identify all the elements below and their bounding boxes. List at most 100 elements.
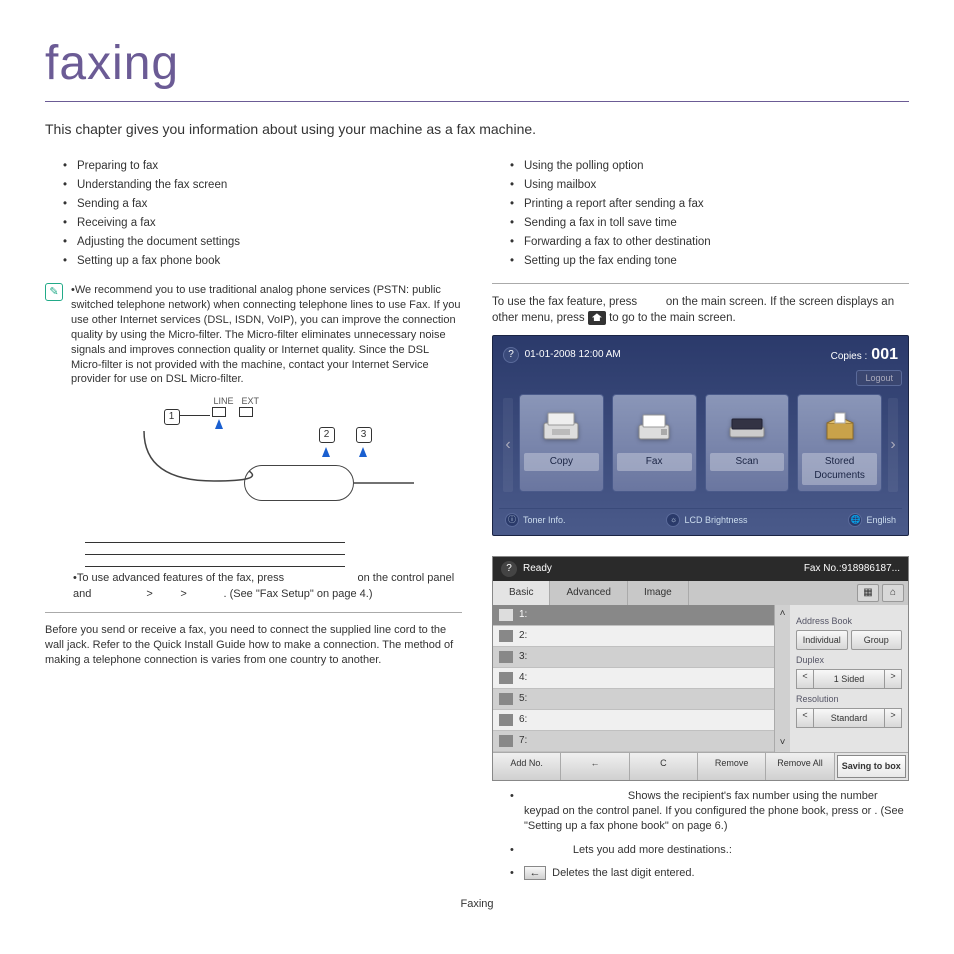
clear-button[interactable]: C bbox=[630, 753, 698, 780]
scroll-down-icon[interactable]: ˅ bbox=[780, 736, 786, 750]
copies-display: Copies :001 bbox=[831, 344, 898, 366]
lcd-brightness-button[interactable]: ☼LCD Brightness bbox=[666, 513, 747, 527]
scrollbar[interactable]: ˄˅ bbox=[774, 605, 790, 752]
list-item: Sending a fax in toll save time bbox=[510, 215, 909, 231]
info-icon: ⓘ bbox=[505, 513, 519, 527]
left-column: Preparing to fax Understanding the fax s… bbox=[45, 158, 462, 890]
tile-scan[interactable]: Scan bbox=[705, 394, 790, 492]
cable-svg bbox=[134, 421, 414, 511]
note-advanced: •To use advanced features of the fax, pr… bbox=[45, 571, 462, 602]
tab-basic[interactable]: Basic bbox=[493, 581, 550, 605]
saving-to-box-button[interactable]: Saving to box bbox=[837, 755, 906, 778]
table-row[interactable]: 1: bbox=[493, 605, 774, 626]
list-item: Setting up the fax ending tone bbox=[510, 253, 909, 269]
table-row[interactable]: 6: bbox=[493, 710, 774, 731]
row-icon bbox=[499, 735, 513, 747]
home-icon bbox=[588, 311, 606, 325]
list-item: Printing a report after sending a fax bbox=[510, 196, 909, 212]
tile-label: Stored Documents bbox=[802, 453, 877, 485]
toner-info-button[interactable]: ⓘToner Info. bbox=[505, 513, 566, 527]
list-item: Adjusting the document settings bbox=[63, 234, 462, 250]
row-icon bbox=[499, 714, 513, 726]
note-icon: ✎ bbox=[45, 283, 63, 301]
list-item: Sending a fax bbox=[63, 196, 462, 212]
nav-next-button[interactable]: › bbox=[888, 398, 898, 492]
status-label: Ready bbox=[523, 563, 552, 574]
language-button[interactable]: 🌐English bbox=[848, 513, 896, 527]
table-row[interactable]: 3: bbox=[493, 647, 774, 668]
group-button[interactable]: Group bbox=[851, 630, 903, 651]
duplex-value: 1 Sided bbox=[814, 669, 884, 690]
scroll-up-icon[interactable]: ˄ bbox=[780, 607, 786, 621]
section-rule bbox=[492, 283, 909, 284]
diagram-label-ext: EXT bbox=[242, 395, 260, 408]
globe-icon: 🌐 bbox=[848, 513, 862, 527]
table-row[interactable]: 7: bbox=[493, 731, 774, 752]
tile-label: Scan bbox=[710, 453, 785, 471]
list-item: Preparing to fax bbox=[63, 158, 462, 174]
resolution-next-button[interactable]: > bbox=[884, 708, 902, 729]
table-row[interactable]: 5: bbox=[493, 689, 774, 710]
help-icon[interactable]: ? bbox=[503, 347, 519, 363]
row-icon bbox=[499, 651, 513, 663]
list-item: Using mailbox bbox=[510, 177, 909, 193]
tab-advanced[interactable]: Advanced bbox=[550, 581, 627, 605]
fax-screen-screenshot: ? Ready Fax No.:918986187... Basic Advanc… bbox=[492, 556, 909, 781]
description-list: Shows the recipient's fax number using t… bbox=[492, 789, 909, 882]
help-icon[interactable]: ? bbox=[501, 561, 517, 577]
logout-button[interactable]: Logout bbox=[856, 370, 902, 386]
chapter-intro: This chapter gives you information about… bbox=[45, 120, 909, 140]
row-icon bbox=[499, 693, 513, 705]
preparing-text: Before you send or receive a fax, you ne… bbox=[45, 623, 462, 668]
remove-all-button[interactable]: Remove All bbox=[766, 753, 834, 780]
tile-stored-docs[interactable]: Stored Documents bbox=[797, 394, 882, 492]
table-row[interactable]: 4: bbox=[493, 668, 774, 689]
backspace-button[interactable]: ← bbox=[561, 753, 629, 780]
home-button[interactable]: ⌂ bbox=[882, 584, 904, 602]
brightness-icon: ☼ bbox=[666, 513, 680, 527]
list-item: ← Deletes the last digit entered. bbox=[510, 866, 909, 881]
resolution-value: Standard bbox=[814, 708, 884, 729]
individual-button[interactable]: Individual bbox=[796, 630, 848, 651]
box-icon bbox=[802, 401, 877, 449]
toolbar-button[interactable]: ▦ bbox=[857, 584, 879, 602]
port-ext bbox=[239, 407, 253, 417]
right-column: Using the polling option Using mailbox P… bbox=[492, 158, 909, 890]
page-footer: Faxing bbox=[45, 897, 909, 912]
fax-number-display: Fax No.:918986187... bbox=[804, 562, 900, 576]
duplex-next-button[interactable]: > bbox=[884, 669, 902, 690]
list-item: Forwarding a fax to other destination bbox=[510, 234, 909, 250]
nav-prev-button[interactable]: ‹ bbox=[503, 398, 513, 492]
diagram-line bbox=[180, 415, 210, 416]
tile-fax[interactable]: Fax bbox=[612, 394, 697, 492]
recipient-list: 1: 2: 3: 4: 5: 6: 7: bbox=[493, 605, 774, 752]
list-item: Lets you add more destinations.: bbox=[510, 843, 909, 858]
tab-image[interactable]: Image bbox=[628, 581, 689, 605]
fax-feature-intro: To use the fax feature, press on the mai… bbox=[492, 294, 909, 326]
backspace-icon: ← bbox=[524, 866, 546, 880]
tile-copy[interactable]: Copy bbox=[519, 394, 604, 492]
duplex-prev-button[interactable]: < bbox=[796, 669, 814, 690]
add-number-button[interactable]: Add No. bbox=[493, 753, 561, 780]
list-item: Using the polling option bbox=[510, 158, 909, 174]
tile-label: Copy bbox=[524, 453, 599, 471]
address-book-label: Address Book bbox=[796, 615, 902, 628]
copier-icon bbox=[524, 401, 599, 449]
topics-left: Preparing to fax Understanding the fax s… bbox=[45, 158, 462, 270]
resolution-label: Resolution bbox=[796, 693, 902, 706]
scanner-icon bbox=[710, 401, 785, 449]
topics-right: Using the polling option Using mailbox P… bbox=[492, 158, 909, 270]
datetime-label: 01-01-2008 12:00 AM bbox=[525, 349, 621, 360]
page-title: faxing bbox=[45, 30, 909, 97]
fax-icon bbox=[617, 401, 692, 449]
table-row[interactable]: 2: bbox=[493, 626, 774, 647]
main-screen-screenshot: ? 01-01-2008 12:00 AM Copies :001 Logout… bbox=[492, 335, 909, 536]
blank-fill-lines bbox=[85, 531, 462, 567]
title-rule bbox=[45, 101, 909, 102]
remove-button[interactable]: Remove bbox=[698, 753, 766, 780]
row-icon bbox=[499, 609, 513, 621]
list-item: Understanding the fax screen bbox=[63, 177, 462, 193]
resolution-prev-button[interactable]: < bbox=[796, 708, 814, 729]
list-item: Shows the recipient's fax number using t… bbox=[510, 789, 909, 835]
row-icon bbox=[499, 630, 513, 642]
